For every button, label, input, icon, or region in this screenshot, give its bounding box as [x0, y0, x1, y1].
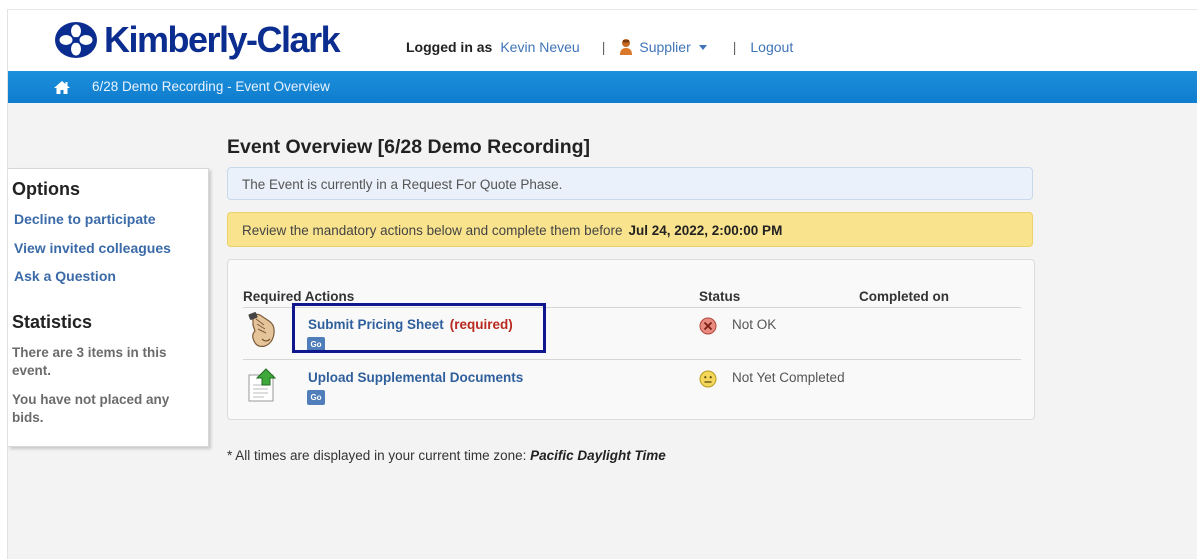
deadline-message: Review the mandatory actions below and c… [242, 223, 623, 238]
go-button-upload-documents[interactable]: Go [307, 390, 325, 405]
role-label: Supplier [639, 39, 691, 55]
breadcrumb-bar: 6/28 Demo Recording - Event Overview [8, 71, 1197, 103]
options-heading: Options [12, 179, 80, 199]
user-bar: Logged in as Kevin Neveu | Supplier | Lo… [406, 38, 793, 56]
view-colleagues-link[interactable]: View invited colleagues [14, 240, 171, 256]
deadline-date: Jul 24, 2022, 2:00:00 PM [628, 223, 783, 238]
role-dropdown[interactable]: Supplier [619, 38, 707, 56]
sidebar: Options Decline to participate View invi… [8, 168, 209, 447]
logo-text: Kimberly-Clark [104, 19, 341, 60]
user-name-link[interactable]: Kevin Neveu [500, 39, 579, 55]
kc-logo-icon [55, 22, 97, 58]
company-logo[interactable]: Kimberly-Clark [54, 19, 341, 60]
col-completed-on: Completed on [859, 289, 949, 304]
phase-info-box: The Event is currently in a Request For … [227, 167, 1033, 200]
person-icon [620, 39, 633, 55]
hand-icon [248, 312, 275, 348]
not-ok-status-icon [699, 317, 717, 335]
statistics-heading: Statistics [12, 312, 93, 332]
highlight-box [292, 303, 546, 353]
footnote-prefix: * All times are displayed in your curren… [227, 448, 527, 463]
decline-link[interactable]: Decline to participate [14, 211, 156, 227]
home-icon[interactable] [53, 80, 71, 95]
chevron-down-icon [698, 44, 707, 50]
logout-link[interactable]: Logout [750, 39, 793, 55]
logged-in-label: Logged in as [406, 39, 493, 55]
ask-question-link[interactable]: Ask a Question [14, 268, 116, 284]
col-required-actions: Required Actions [243, 289, 355, 304]
upload-document-icon [248, 368, 277, 402]
timezone-name: Pacific Daylight Time [530, 448, 666, 463]
separator: | [601, 39, 606, 55]
status-not-yet-completed: Not Yet Completed [732, 370, 845, 385]
upload-supplemental-documents-link[interactable]: Upload Supplemental Documents [308, 370, 523, 385]
pending-status-icon [699, 370, 717, 388]
status-not-ok: Not OK [732, 317, 777, 332]
browser-content: Kimberly-Clark Logged in as Kevin Neveu … [7, 9, 1197, 559]
row-divider [243, 359, 1021, 360]
col-status: Status [699, 289, 741, 304]
timezone-footnote: * All times are displayed in your curren… [227, 448, 666, 463]
breadcrumb[interactable]: 6/28 Demo Recording - Event Overview [92, 79, 330, 94]
deadline-warning-box: Review the mandatory actions below and c… [227, 212, 1033, 247]
separator-2: | [732, 39, 737, 55]
bids-text: You have not placed any bids. [12, 392, 170, 425]
page-title: Event Overview [6/28 Demo Recording] [227, 136, 591, 158]
site-header: Kimberly-Clark Logged in as Kevin Neveu … [8, 10, 1197, 71]
items-count-text: There are 3 items in this event. [12, 345, 167, 378]
